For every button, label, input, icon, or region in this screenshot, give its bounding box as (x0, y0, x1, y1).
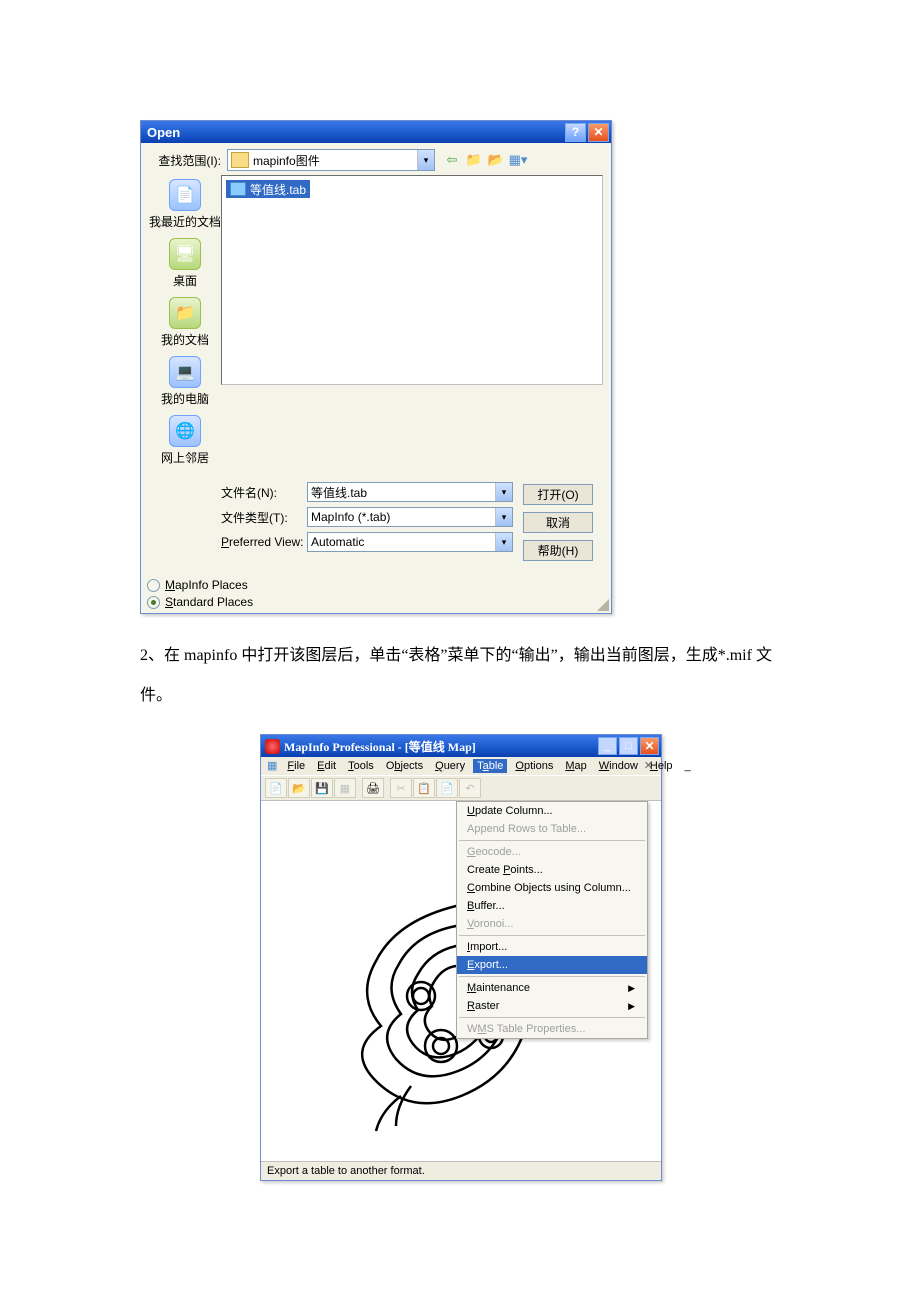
mi-combine[interactable]: Combine Objects using Column... (457, 879, 647, 897)
menu-options[interactable]: Options (511, 759, 557, 773)
menu-window[interactable]: Window (595, 759, 642, 773)
menu-query[interactable]: Query (431, 759, 469, 773)
open-button[interactable]: 打开(O) (523, 484, 593, 505)
menu-separator (459, 935, 645, 936)
tb-saveall-icon[interactable]: ▦ (334, 778, 356, 798)
dialog-title: Open (147, 125, 563, 140)
mi-buffer[interactable]: Buffer... (457, 897, 647, 915)
menu-bar: ▦ File Edit Tools Objects Query Table Op… (261, 757, 661, 775)
mi-import[interactable]: Import... (457, 938, 647, 956)
prefview-label: Preferred View: (221, 535, 307, 549)
menu-separator (459, 976, 645, 977)
filename-label: 文件名(N): (221, 484, 307, 501)
open-dialog: Open ? ✕ 查找范围(I): mapinfo图件 ▾ ⇦ 📁 📂 ▦▾ 📄… (140, 120, 612, 614)
nav-toolbar: ⇦ 📁 📂 ▦▾ (443, 151, 527, 169)
map-canvas[interactable]: Update Column... Append Rows to Table...… (261, 801, 661, 1161)
tb-print-icon[interactable]: 🖨 (362, 778, 384, 798)
mi-maintenance[interactable]: Maintenance▶ (457, 979, 647, 997)
toolbar: 📄 📂 💾 ▦ 🖨 ✂ 📋 📄 ↶ (261, 775, 661, 801)
mi-voronoi[interactable]: Voronoi... (457, 915, 647, 933)
mi-geocode[interactable]: Geocode... (457, 843, 647, 861)
sidebar-docs[interactable]: 📁我的文档 (161, 297, 209, 348)
mi-raster[interactable]: Raster▶ (457, 997, 647, 1015)
menu-edit[interactable]: Edit (313, 759, 340, 773)
close-icon[interactable]: ✕ (588, 123, 609, 142)
menu-objects[interactable]: Objects (382, 759, 427, 773)
tb-save-icon[interactable]: 💾 (311, 778, 333, 798)
table-menu-dropdown: Update Column... Append Rows to Table...… (456, 801, 648, 1039)
look-in-label: 查找范围(I): (149, 152, 227, 169)
help-icon[interactable]: ? (565, 123, 586, 142)
file-icon (230, 182, 246, 196)
tb-new-icon[interactable]: 📄 (265, 778, 287, 798)
radio-standard-places[interactable]: Standard Places (147, 595, 605, 609)
tb-open-icon[interactable]: 📂 (288, 778, 310, 798)
menu-map[interactable]: Map (561, 759, 590, 773)
menu-separator (459, 1017, 645, 1018)
dropdown-icon[interactable]: ▾ (495, 508, 512, 526)
new-folder-icon[interactable]: 📂 (487, 151, 505, 169)
filetype-select[interactable]: MapInfo (*.tab)▾ (307, 507, 513, 527)
tb-paste-icon[interactable]: 📄 (436, 778, 458, 798)
sidebar-network[interactable]: 🌐网上邻居 (161, 415, 209, 466)
views-icon[interactable]: ▦▾ (509, 151, 527, 169)
resize-grip[interactable] (597, 599, 609, 611)
title-bar: Open ? ✕ (141, 121, 611, 143)
filetype-label: 文件类型(T): (221, 509, 307, 526)
close-icon[interactable]: ✕ (640, 737, 659, 755)
tb-copy-icon[interactable]: 📋 (413, 778, 435, 798)
app-title: MapInfo Professional - [等值线 Map] (284, 738, 596, 755)
dropdown-icon[interactable]: ▾ (495, 483, 512, 501)
dropdown-icon[interactable]: ▾ (417, 150, 434, 170)
places-sidebar: 📄我最近的文档 🖥桌面 📁我的文档 💻我的电脑 🌐网上邻居 (149, 175, 221, 474)
sidebar-desktop[interactable]: 🖥桌面 (169, 238, 201, 289)
sidebar-computer[interactable]: 💻我的电脑 (161, 356, 209, 407)
look-in-value: mapinfo图件 (253, 152, 320, 169)
mi-wms[interactable]: WMS Table Properties... (457, 1020, 647, 1038)
submenu-arrow-icon: ▶ (628, 983, 635, 994)
mi-export[interactable]: Export... (457, 956, 647, 974)
maximize-icon[interactable]: □ (619, 737, 638, 755)
sidebar-recent[interactable]: 📄我最近的文档 (149, 179, 221, 230)
file-list[interactable]: 等值线.tab (221, 175, 603, 385)
status-bar: Export a table to another format. (261, 1161, 661, 1180)
tb-cut-icon[interactable]: ✂ (390, 778, 412, 798)
menu-table[interactable]: Table (473, 759, 507, 773)
mi-create-points[interactable]: Create Points... (457, 861, 647, 879)
back-icon[interactable]: ⇦ (443, 151, 461, 169)
folder-icon (231, 152, 249, 168)
file-item[interactable]: 等值线.tab (226, 180, 310, 198)
places-radio-group: MapInfo Places Standard Places (141, 574, 611, 613)
look-in-select[interactable]: mapinfo图件 ▾ (227, 149, 435, 171)
help-button[interactable]: 帮助(H) (523, 540, 593, 561)
mdi-close-icon[interactable]: ✕ (640, 759, 657, 772)
radio-mapinfo-places[interactable]: MapInfo Places (147, 578, 605, 592)
menu-file[interactable]: File (283, 759, 309, 773)
cancel-button[interactable]: 取消 (523, 512, 593, 533)
app-title-bar: MapInfo Professional - [等值线 Map] _ □ ✕ (261, 735, 661, 757)
filename-input[interactable]: 等值线.tab▾ (307, 482, 513, 502)
menu-tools[interactable]: Tools (344, 759, 378, 773)
menu-more[interactable]: _ (681, 759, 695, 773)
up-icon[interactable]: 📁 (465, 151, 483, 169)
mdi-icon: ▦ (265, 759, 279, 773)
app-logo-icon (265, 739, 280, 754)
submenu-arrow-icon: ▶ (628, 1001, 635, 1012)
minimize-icon[interactable]: _ (598, 737, 617, 755)
menu-separator (459, 840, 645, 841)
mi-append-rows[interactable]: Append Rows to Table... (457, 820, 647, 838)
mapinfo-window: MapInfo Professional - [等值线 Map] _ □ ✕ ▦… (260, 734, 662, 1181)
dropdown-icon[interactable]: ▾ (495, 533, 512, 551)
prefview-select[interactable]: Automatic▾ (307, 532, 513, 552)
tb-undo-icon[interactable]: ↶ (459, 778, 481, 798)
mi-update-column[interactable]: Update Column... (457, 802, 647, 820)
body-text: 2、在 mapinfo 中打开该图层后，单击“表格”菜单下的“输出”，输出当前图… (140, 636, 795, 716)
